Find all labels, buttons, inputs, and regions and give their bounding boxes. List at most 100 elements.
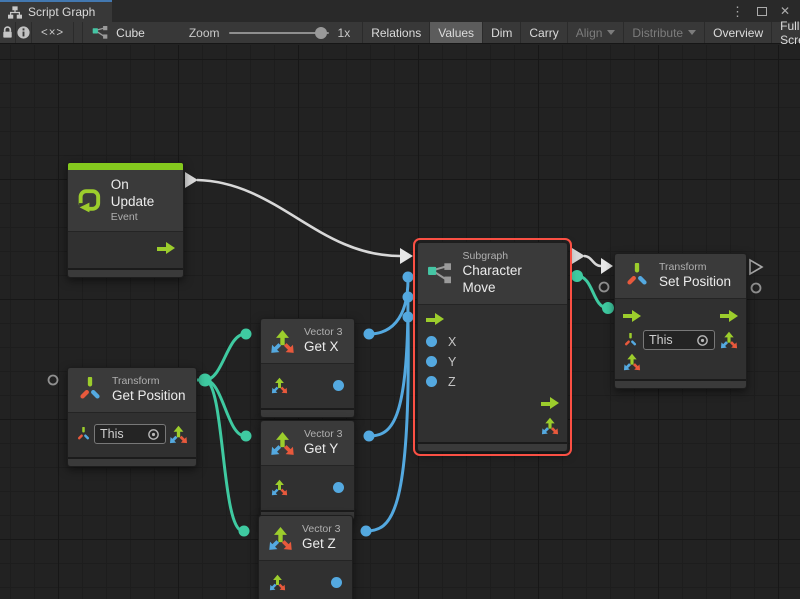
blue-port-dot [403, 272, 414, 283]
node-body: X Y Z [418, 304, 567, 440]
script-graph-window: Script Graph ⋮ ✕ <×> [0, 0, 800, 599]
script-graph-icon [8, 6, 22, 19]
float-output-port[interactable] [331, 577, 342, 588]
node-header: Vector 3 Get Z [259, 516, 352, 560]
blue-port-dot [361, 526, 372, 537]
node-kicker: Transform [112, 375, 186, 388]
vector3-output-port[interactable] [169, 425, 188, 444]
wire-onupdate-to-charactermove [197, 180, 400, 256]
node-set-position[interactable]: Transform Set Position [614, 253, 747, 389]
zoom-slider[interactable] [229, 32, 329, 34]
node-character-move[interactable]: Subgraph Character Move X Y [417, 242, 568, 452]
toolbar-button-fullscreen[interactable]: Full Screen [771, 22, 800, 43]
node-kicker: Event [111, 211, 173, 224]
flow-input-port[interactable] [623, 310, 641, 323]
node-get-x[interactable]: Vector 3 Get X [260, 318, 355, 418]
menu-kebab-icon[interactable]: ⋮ [731, 5, 744, 18]
node-kicker: Vector 3 [304, 326, 343, 339]
node-title: On Update [111, 177, 173, 211]
wire-charactermove-to-setposition-value [577, 276, 608, 308]
node-body [259, 560, 352, 599]
node-kicker: Subgraph [463, 250, 557, 263]
toolbar-button-carry[interactable]: Carry [520, 22, 566, 43]
target-picker-icon[interactable] [147, 428, 160, 441]
value-input-port-y[interactable] [426, 356, 437, 367]
target-picker-icon[interactable] [696, 334, 709, 347]
toolbar-button-distribute[interactable]: Distribute [623, 22, 704, 43]
graph-target[interactable]: Cube [82, 22, 154, 43]
teal-port-dot [571, 270, 583, 282]
toolbar-button-values[interactable]: Values [429, 22, 482, 43]
transform-gizmo-icon [624, 263, 650, 289]
vector3-output-port[interactable] [541, 417, 559, 435]
vector3-input-port[interactable] [271, 479, 288, 496]
zoom-slider-handle[interactable] [315, 27, 327, 39]
toolbar-button-dim[interactable]: Dim [482, 22, 520, 43]
flow-source-arrowhead [185, 172, 198, 188]
titlebar: Script Graph ⋮ ✕ [0, 0, 800, 22]
chevron-down-icon [688, 30, 696, 35]
node-header: On Update Event [68, 170, 183, 231]
node-on-update[interactable]: On Update Event [67, 162, 184, 278]
edit-graph-button[interactable]: <×> [32, 22, 74, 43]
toolbar-button-overview[interactable]: Overview [704, 22, 771, 43]
flow-output-port[interactable] [157, 242, 175, 255]
node-title: Get Y [304, 441, 343, 458]
node-header: Transform Set Position [615, 254, 746, 298]
vector3-axes-icon [270, 329, 295, 354]
this-field[interactable] [643, 330, 715, 350]
toolbar-button-relations[interactable]: Relations [362, 22, 429, 43]
transform-gizmo-icon [77, 377, 103, 403]
node-footer [418, 442, 567, 451]
port-label: Y [448, 355, 456, 369]
flow-input-port[interactable] [426, 313, 444, 326]
transform-input-port[interactable] [623, 333, 638, 348]
vector3-output-port[interactable] [720, 331, 738, 349]
tab-script-graph[interactable]: Script Graph [0, 0, 112, 22]
blue-port-dot [403, 292, 414, 303]
value-input-port-z[interactable] [426, 376, 437, 387]
vector3-axes-icon [270, 431, 295, 456]
graph-canvas[interactable]: On Update Event Transform [0, 45, 800, 599]
zoom-label: Zoom [189, 26, 220, 40]
vector3-input-port[interactable] [269, 574, 286, 591]
this-input[interactable] [100, 427, 144, 441]
flow-output-port[interactable] [541, 397, 559, 410]
lock-button[interactable] [0, 22, 16, 43]
this-input[interactable] [649, 333, 693, 347]
node-header: Vector 3 Get X [261, 319, 354, 363]
unconnected-input-port [49, 376, 58, 385]
vector3-input-port[interactable] [271, 377, 288, 394]
flow-dest-arrowhead [601, 258, 613, 274]
unconnected-input-port [600, 283, 609, 292]
teal-port-dot [239, 526, 250, 537]
node-title: Character Move [463, 263, 557, 297]
float-output-port[interactable] [333, 482, 344, 493]
node-body [615, 298, 746, 377]
flow-output-port[interactable] [720, 310, 738, 323]
transform-input-port[interactable] [76, 427, 91, 442]
code-icon: <×> [41, 27, 64, 39]
node-title: Get Z [302, 536, 341, 553]
node-get-y[interactable]: Vector 3 Get Y [260, 420, 355, 520]
node-footer [68, 457, 196, 466]
teal-port-dot [241, 329, 252, 340]
info-button[interactable] [16, 22, 32, 43]
node-get-z[interactable]: Vector 3 Get Z [258, 515, 353, 599]
float-output-port[interactable] [333, 380, 344, 391]
vector3-input-port[interactable] [623, 353, 641, 371]
event-accent-bar [68, 163, 183, 170]
port-label: X [448, 335, 456, 349]
flow-source-arrowhead [572, 248, 585, 264]
maximize-icon[interactable] [757, 7, 767, 16]
blue-port-dot [364, 431, 375, 442]
this-field[interactable] [94, 424, 166, 444]
node-get-position[interactable]: Transform Get Position [67, 367, 197, 467]
toolbar-button-align[interactable]: Align [567, 22, 624, 43]
close-icon[interactable]: ✕ [780, 5, 790, 17]
node-body [261, 363, 354, 406]
wires-getxyz-to-charactermove [366, 279, 408, 531]
teal-port-dot [602, 302, 614, 314]
node-kicker: Vector 3 [302, 523, 341, 536]
value-input-port-x[interactable] [426, 336, 437, 347]
